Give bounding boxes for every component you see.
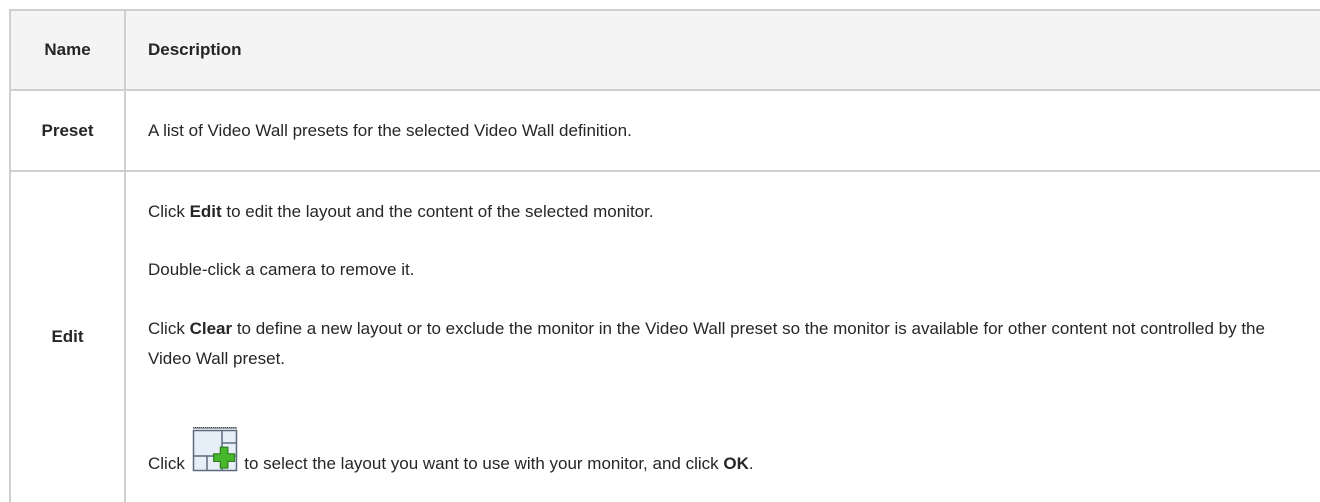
table-row: Edit Click Edit to edit the layout and t… — [11, 172, 1320, 502]
row-name-preset: Preset — [11, 91, 126, 170]
edit-paragraph-4: Click to select the layout you want to u… — [148, 427, 1300, 479]
row-description-edit: Click Edit to edit the layout and the co… — [126, 172, 1320, 502]
header-description: Description — [148, 40, 242, 59]
edit-paragraph-2: Double-click a camera to remove it. — [148, 260, 415, 279]
layout-add-icon — [192, 427, 238, 473]
edit-paragraph-1: Click Edit to edit the layout and the co… — [148, 202, 654, 221]
properties-table: Name Description Preset A list of Video … — [9, 9, 1320, 502]
edit-keyword: Edit — [189, 202, 222, 221]
row-name-edit: Edit — [11, 172, 126, 502]
ok-keyword: OK — [723, 454, 749, 473]
table-header-row: Name Description — [11, 11, 1320, 91]
clear-keyword: Clear — [189, 319, 233, 338]
edit-paragraph-3: Click Clear to define a new layout or to… — [148, 319, 1265, 368]
table-row: Preset A list of Video Wall presets for … — [11, 91, 1320, 172]
row-description-preset: A list of Video Wall presets for the sel… — [148, 120, 632, 140]
header-name: Name — [11, 11, 126, 89]
